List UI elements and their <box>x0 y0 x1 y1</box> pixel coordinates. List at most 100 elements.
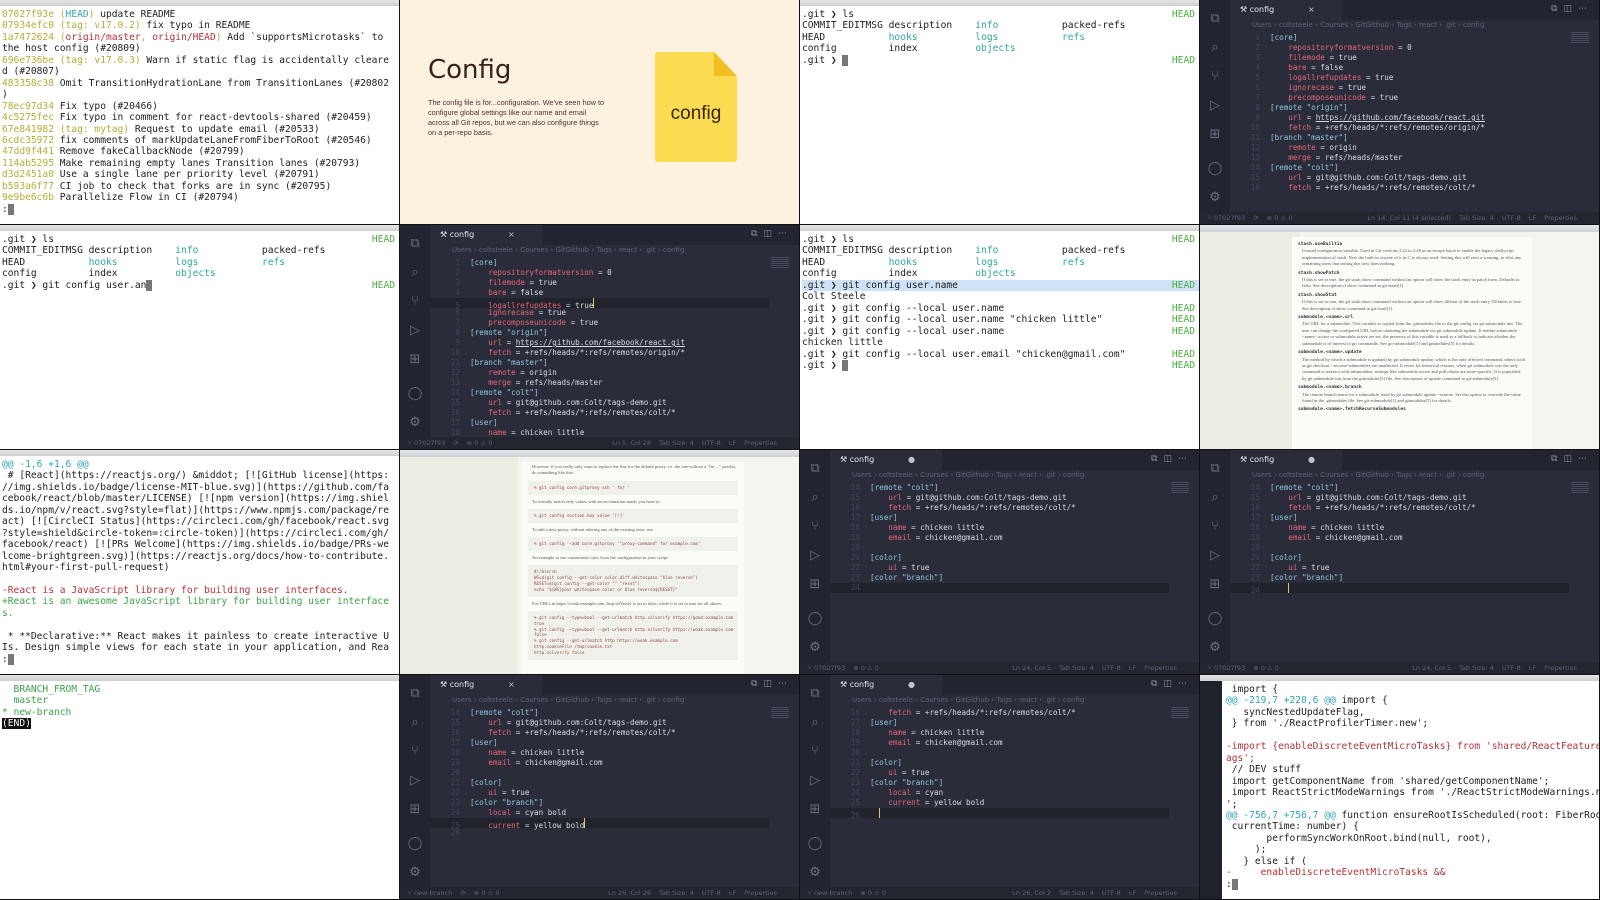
thumbnail-terminal[interactable]: BRANCH_FROM_TAG master * new-branch (END) <box>0 675 400 900</box>
status-item[interactable]: ⟳ <box>1253 214 1258 222</box>
search-icon[interactable]: ⌕ <box>1211 33 1218 62</box>
status-item[interactable]: Properties <box>1144 889 1177 897</box>
search-icon[interactable]: ⌕ <box>811 708 818 737</box>
status-item[interactable]: Tab Size: 4 <box>1459 214 1494 222</box>
status-item[interactable]: Tab Size: 4 <box>659 439 694 447</box>
gear-icon[interactable]: ⚙ <box>809 633 821 662</box>
status-item[interactable]: ⑂ 07027f93 <box>1208 214 1245 222</box>
source-control-icon[interactable]: ⑂ <box>411 287 419 316</box>
account-icon[interactable]: ◯ <box>808 604 823 633</box>
breadcrumb-item[interactable]: Users <box>852 471 872 479</box>
breadcrumb-item[interactable]: .git <box>644 246 655 254</box>
minimap[interactable] <box>1171 707 1189 719</box>
status-item[interactable]: ⊗ 0 ⚠ 0 <box>1267 214 1293 222</box>
breadcrumb-item[interactable]: react <box>619 246 637 254</box>
close-icon[interactable]: × <box>508 230 515 239</box>
breadcrumb-item[interactable]: react <box>1019 696 1037 704</box>
unsaved-dot-icon[interactable]: ● <box>908 680 915 689</box>
status-item[interactable]: Tab Size: 4 <box>1059 889 1094 897</box>
breadcrumb-item[interactable]: Courses <box>1320 21 1348 29</box>
code-editor[interactable]: 14 [remote "colt"] 15 url = git@github.com… <box>1230 483 1569 595</box>
status-item[interactable]: Tab Size: 4 <box>659 889 694 897</box>
thumbnail-docs[interactable]: stash.useBuiltin Unused configuration var… <box>1200 225 1600 450</box>
status-item[interactable]: UTF-8 <box>1502 214 1521 222</box>
status-item[interactable]: Properties <box>1144 664 1177 672</box>
breadcrumb-item[interactable]: Tags <box>1396 471 1412 479</box>
status-item[interactable]: ⊗ 0 ⚠ 0 <box>1253 664 1279 672</box>
gear-icon[interactable]: ⚙ <box>409 858 421 887</box>
tab-config[interactable]: ⚒ config ● <box>830 675 942 695</box>
account-icon[interactable]: ◯ <box>1208 604 1223 633</box>
status-item[interactable]: ⊗ 0 ⚠ 0 <box>474 889 500 897</box>
breadcrumb-item[interactable]: GitGithub <box>956 471 990 479</box>
thumbnail-vscode[interactable]: ⧉ ⌕ ⑂ ▷ ⊞ ◯ ⚙ ⚒ config ● ⧉◫⋯ Users › coltsteele › … <box>800 450 1200 675</box>
thumbnail-terminal[interactable]: 07027f93e (HEAD) update README 07934efc0 … <box>0 0 400 225</box>
split-editor-icon[interactable]: ◫ <box>763 229 778 239</box>
extensions-icon[interactable]: ⊞ <box>1210 570 1221 599</box>
status-item[interactable]: Properties <box>1544 664 1577 672</box>
status-item[interactable]: LF <box>1529 214 1536 222</box>
breadcrumb-item[interactable]: Courses <box>920 471 948 479</box>
breadcrumb-item[interactable]: coltsteele <box>479 246 513 254</box>
breadcrumb-item[interactable]: .git <box>1044 696 1055 704</box>
breadcrumb-item[interactable]: config <box>663 696 684 704</box>
thumbnail-terminal[interactable]: import {@@ -219,7 +220,6 @@ import { syn… <box>1200 675 1600 900</box>
status-item[interactable]: ⑂ 07027f93 <box>1208 664 1245 672</box>
breadcrumb-item[interactable]: config <box>1063 696 1084 704</box>
breadcrumb-item[interactable]: GitGithub <box>1356 471 1390 479</box>
files-icon[interactable]: ⧉ <box>810 679 819 708</box>
code-editor[interactable]: 1 [core] 2 repositoryformatversion = 03 fi… <box>1230 33 1569 193</box>
tab-config[interactable]: ⚒ config ● <box>1230 450 1342 470</box>
code-editor[interactable]: 14 [remote "colt"] 15 url = git@github.com… <box>430 708 769 838</box>
account-icon[interactable]: ◯ <box>1208 154 1223 183</box>
breadcrumb-item[interactable]: Users <box>1252 21 1272 29</box>
tab-config[interactable]: ⚒ config ● <box>830 450 942 470</box>
minimap[interactable] <box>771 257 789 269</box>
status-item[interactable]: Ln 24, Col 5 <box>1412 664 1451 672</box>
split-editor-icon[interactable]: ◫ <box>1163 454 1178 464</box>
run-debug-icon[interactable]: ▷ <box>810 541 820 570</box>
search-icon[interactable]: ⌕ <box>411 708 418 737</box>
unsaved-dot-icon[interactable]: ● <box>908 455 915 464</box>
status-item[interactable]: ⑂ new-branch <box>408 889 452 897</box>
tab-config[interactable]: ⚒ config × <box>1230 0 1342 20</box>
more-icon[interactable]: ⋯ <box>1178 454 1193 464</box>
thumbnail-vscode[interactable]: ⧉ ⌕ ⑂ ▷ ⊞ ◯ ⚙ ⚒ config ● ⧉◫⋯ Users › coltsteele › … <box>1200 450 1600 675</box>
breadcrumb-item[interactable]: coltsteele <box>479 696 513 704</box>
more-icon[interactable]: ⋯ <box>1178 679 1193 689</box>
status-item[interactable]: UTF-8 <box>702 439 721 447</box>
thumbnail-vscode[interactable]: ⧉ ⌕ ⑂ ▷ ⊞ ◯ ⚙ ⚒ config × ⧉◫⋯ Users › coltsteele › … <box>1200 0 1600 225</box>
split-editor-icon[interactable]: ◫ <box>763 679 778 689</box>
account-icon[interactable]: ◯ <box>408 379 423 408</box>
status-item[interactable]: ⑂ 07027f93 <box>408 439 445 447</box>
status-item[interactable]: Tab Size: 4 <box>1459 664 1494 672</box>
search-icon[interactable]: ⌕ <box>411 258 418 287</box>
open-changes-icon[interactable]: ⧉ <box>1551 454 1563 464</box>
account-icon[interactable]: ◯ <box>408 829 423 858</box>
breadcrumb-item[interactable]: GitGithub <box>956 696 990 704</box>
more-icon[interactable]: ⋯ <box>778 229 793 239</box>
breadcrumb-item[interactable]: Courses <box>520 246 548 254</box>
extensions-icon[interactable]: ⊞ <box>810 795 821 824</box>
breadcrumb-item[interactable]: GitGithub <box>556 246 590 254</box>
run-debug-icon[interactable]: ▷ <box>410 766 420 795</box>
breadcrumb-item[interactable]: GitGithub <box>556 696 590 704</box>
open-changes-icon[interactable]: ⧉ <box>751 679 763 689</box>
search-icon[interactable]: ⌕ <box>1211 483 1218 512</box>
files-icon[interactable]: ⧉ <box>410 229 419 258</box>
search-icon[interactable]: ⌕ <box>811 483 818 512</box>
status-item[interactable]: Properties <box>744 439 777 447</box>
extensions-icon[interactable]: ⊞ <box>1210 120 1221 149</box>
status-item[interactable]: ⑂ 07027f93 <box>808 664 845 672</box>
more-icon[interactable]: ⋯ <box>778 679 793 689</box>
status-item[interactable]: Properties <box>744 889 777 897</box>
breadcrumb-item[interactable]: Users <box>452 246 472 254</box>
breadcrumb-item[interactable]: react <box>619 696 637 704</box>
status-item[interactable]: UTF-8 <box>1102 889 1121 897</box>
run-debug-icon[interactable]: ▷ <box>810 766 820 795</box>
breadcrumb-item[interactable]: coltsteele <box>879 471 913 479</box>
split-editor-icon[interactable]: ◫ <box>1563 4 1578 14</box>
source-control-icon[interactable]: ⑂ <box>1211 62 1219 91</box>
status-item[interactable]: LF <box>1129 889 1136 897</box>
close-icon[interactable]: × <box>1308 5 1315 14</box>
